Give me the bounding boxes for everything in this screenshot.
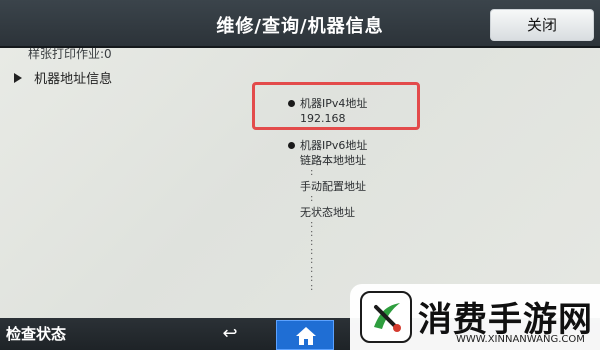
home-button[interactable] xyxy=(276,320,334,350)
ipv6-entry: 机器IPv6地址 链路本地地址 : 手动配置地址 : 无状态地址 : : : :… xyxy=(288,138,488,293)
ellipsis-dots: : xyxy=(310,193,314,204)
bullet-icon xyxy=(288,100,295,107)
back-arrow-icon[interactable]: ↩ xyxy=(210,322,250,346)
ipv4-entry: 机器IPv4地址 192.168 xyxy=(288,96,488,126)
home-icon xyxy=(296,327,316,345)
ellipsis-dots: : xyxy=(310,167,314,178)
section-machine-address[interactable]: 机器地址信息 xyxy=(14,68,112,87)
printer-screen: 维修/查询/机器信息 关闭 样张打印作业:0 机器地址信息 机器IPv4地址 1… xyxy=(0,0,600,350)
sample-print-count: 样张打印作业:0 xyxy=(28,47,112,61)
watermark-badge: 消费手游网 WWW.XINNANWANG.COM xyxy=(350,284,600,350)
watermark-url: WWW.XINNANWANG.COM xyxy=(456,334,585,345)
address-list: 机器IPv4地址 192.168 机器IPv6地址 链路本地地址 : 手动配置地… xyxy=(288,96,488,293)
triangle-right-icon xyxy=(14,73,22,83)
ipv4-value: 192.168 xyxy=(300,112,346,125)
ipv4-label: 机器IPv4地址 xyxy=(300,97,368,110)
watermark-logo xyxy=(360,291,412,343)
stateless-label: 无状态地址 xyxy=(300,206,355,219)
bullet-icon xyxy=(288,142,295,149)
ellipsis-dots: : : : : : : : : xyxy=(310,219,314,293)
content-area: 样张打印作业:0 机器地址信息 机器IPv4地址 192.168 机器IPv6地… xyxy=(0,47,600,318)
check-status-button[interactable]: 检查状态 xyxy=(0,318,90,350)
manual-config-label: 手动配置地址 xyxy=(300,180,366,193)
link-local-label: 链路本地地址 xyxy=(300,154,366,167)
section-label: 机器地址信息 xyxy=(34,72,113,87)
ipv6-label: 机器IPv6地址 xyxy=(300,139,368,152)
close-button[interactable]: 关闭 xyxy=(490,9,594,41)
title-bar: 维修/查询/机器信息 关闭 xyxy=(0,0,600,48)
